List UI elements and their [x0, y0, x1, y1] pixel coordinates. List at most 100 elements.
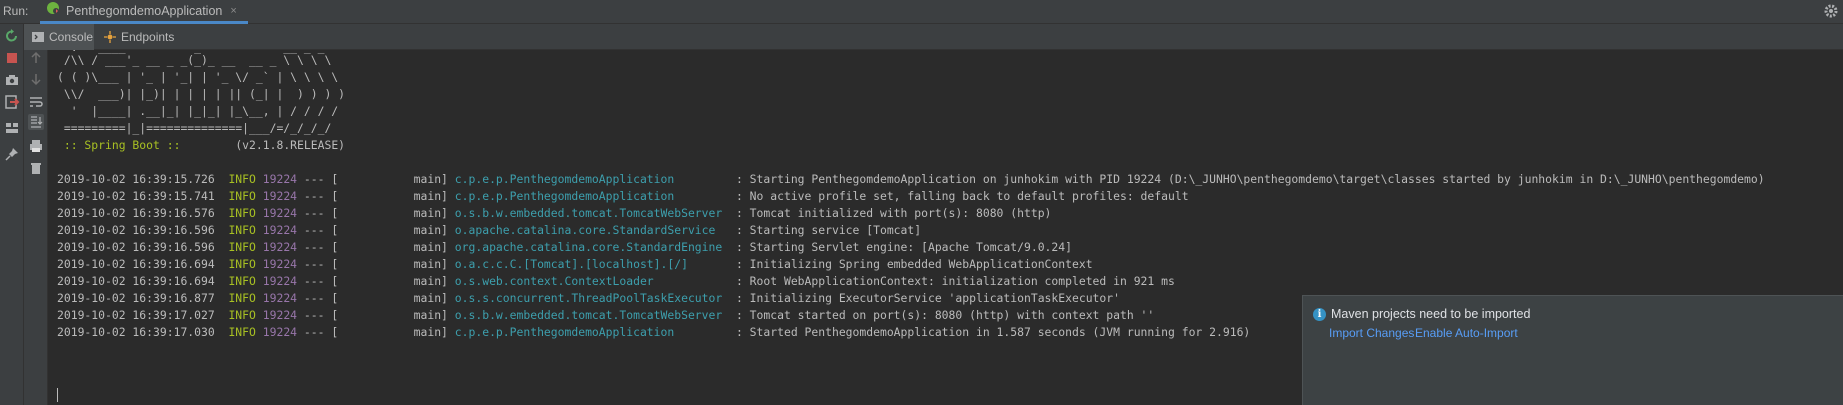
rerun-icon[interactable] [4, 28, 20, 44]
log-pid: 19224 [262, 291, 298, 305]
close-icon[interactable]: × [230, 5, 236, 17]
log-pid: 19224 [262, 172, 298, 186]
log-line: 2019-10-02 16:39:17.030 INFO 19224 --- [… [57, 324, 1250, 340]
log-line: 2019-10-02 16:39:15.726 INFO 19224 --- [… [57, 171, 1765, 187]
log-pid: 19224 [262, 257, 298, 271]
endpoints-icon [104, 31, 116, 43]
log-level: INFO [228, 308, 256, 322]
log-thread: --- [ main] [303, 274, 448, 288]
banner-line: =========|_|==============|___/=/_/_/_/ [57, 121, 332, 135]
log-logger: c.p.e.p.PenthegomdemoApplication [454, 189, 730, 203]
tab-console[interactable]: Console [24, 24, 94, 50]
log-line: 2019-10-02 16:39:17.027 INFO 19224 --- [… [57, 307, 1154, 323]
maven-import-notification: i Maven projects need to be imported Imp… [1302, 295, 1843, 405]
banner-line: /\\ / ___'_ __ _ _(_)_ __ __ _ \ \ \ \ [57, 53, 332, 67]
log-thread: --- [ main] [303, 172, 448, 186]
log-message: : Tomcat started on port(s): 8080 (http)… [735, 308, 1155, 322]
log-line: 2019-10-02 16:39:16.877 INFO 19224 --- [… [57, 290, 1120, 306]
layout-icon[interactable] [4, 120, 20, 136]
log-message: : Starting PenthegomdemoApplication on j… [735, 172, 1765, 186]
enable-auto-import-link[interactable]: Enable Auto-Import [1415, 326, 1518, 340]
log-timestamp: 2019-10-02 16:39:17.030 [57, 325, 215, 339]
import-changes-link[interactable]: Import Changes [1329, 326, 1414, 340]
log-logger: o.a.c.c.C.[Tomcat].[localhost].[/] [454, 257, 730, 271]
log-level: INFO [228, 189, 256, 203]
trash-icon[interactable] [28, 160, 44, 176]
stop-icon[interactable] [4, 50, 20, 66]
log-thread: --- [ main] [303, 325, 448, 339]
log-logger: c.p.e.p.PenthegomdemoApplication [454, 325, 730, 339]
log-level: INFO [228, 257, 256, 271]
gear-icon[interactable] [1823, 3, 1839, 19]
log-level: INFO [228, 274, 256, 288]
log-pid: 19224 [262, 240, 298, 254]
log-pid: 19224 [262, 223, 298, 237]
log-level: INFO [228, 206, 256, 220]
log-level: INFO [228, 172, 256, 186]
log-pid: 19224 [262, 189, 298, 203]
spring-boot-version: (v2.1.8.RELEASE) [180, 138, 346, 152]
log-thread: --- [ main] [303, 223, 448, 237]
log-timestamp: 2019-10-02 16:39:16.694 [57, 274, 215, 288]
run-side-toolbar [0, 24, 24, 405]
scroll-to-end-icon[interactable] [28, 114, 44, 130]
spring-boot-icon [46, 1, 60, 20]
banner-line: ( ( )\___ | '_ | '_| | '_ \/ _` | \ \ \ … [57, 70, 339, 84]
log-line: 2019-10-02 16:39:16.596 INFO 19224 --- [… [57, 222, 921, 238]
log-line: 2019-10-02 16:39:16.576 INFO 19224 --- [… [57, 205, 1051, 221]
tab-console-label: Console [49, 30, 94, 44]
log-timestamp: 2019-10-02 16:39:16.596 [57, 240, 215, 254]
log-thread: --- [ main] [303, 206, 448, 220]
info-icon: i [1313, 308, 1326, 321]
log-thread: --- [ main] [303, 308, 448, 322]
log-logger: o.s.b.w.embedded.tomcat.TomcatWebServer [454, 308, 730, 322]
banner-line: \\/ ___)| |_)| | | | | || (_| | ) ) ) ) [57, 87, 346, 101]
log-message: : Started PenthegomdemoApplication in 1.… [735, 325, 1251, 339]
log-message: : Tomcat initialized with port(s): 8080 … [735, 206, 1052, 220]
log-timestamp: 2019-10-02 16:39:17.027 [57, 308, 215, 322]
camera-icon[interactable] [4, 72, 20, 88]
log-pid: 19224 [262, 325, 298, 339]
spring-boot-version-line: :: Spring Boot :: (v2.1.8.RELEASE) [57, 137, 345, 153]
run-tab-label: PenthegomdemoApplication [66, 3, 223, 18]
log-level: INFO [228, 325, 256, 339]
log-thread: --- [ main] [303, 240, 448, 254]
run-tab-penthegomdemo[interactable]: PenthegomdemoApplication × [40, 0, 248, 24]
log-level: INFO [228, 291, 256, 305]
log-level: INFO [228, 240, 256, 254]
console-icon [32, 31, 44, 43]
log-message: : Starting service [Tomcat] [735, 223, 922, 237]
log-logger: o.s.b.w.embedded.tomcat.TomcatWebServer [454, 206, 730, 220]
notification-title: Maven projects need to be imported [1331, 307, 1531, 321]
log-line: 2019-10-02 16:39:15.741 INFO 19224 --- [… [57, 188, 1189, 204]
spring-boot-tag: :: Spring Boot :: [57, 138, 181, 152]
arrow-down-icon[interactable] [28, 71, 44, 87]
run-label: Run: [3, 4, 29, 18]
log-message: : Root WebApplicationContext: initializa… [735, 274, 1175, 288]
log-timestamp: 2019-10-02 16:39:16.694 [57, 257, 215, 271]
log-logger: o.s.s.concurrent.ThreadPoolTaskExecutor [454, 291, 730, 305]
log-pid: 19224 [262, 308, 298, 322]
tab-endpoints[interactable]: Endpoints [96, 24, 182, 50]
log-level: INFO [228, 223, 256, 237]
pin-icon[interactable] [4, 146, 20, 162]
log-timestamp: 2019-10-02 16:39:16.596 [57, 223, 215, 237]
run-toolbar: Run: PenthegomdemoApplication × [0, 0, 1843, 24]
exit-icon[interactable] [4, 94, 20, 110]
log-timestamp: 2019-10-02 16:39:16.877 [57, 291, 215, 305]
log-logger: c.p.e.p.PenthegomdemoApplication [454, 172, 730, 186]
log-pid: 19224 [262, 274, 298, 288]
console-side-toolbar [24, 50, 48, 405]
log-line: 2019-10-02 16:39:16.596 INFO 19224 --- [… [57, 239, 1072, 255]
log-message: : Initializing ExecutorService 'applicat… [735, 291, 1120, 305]
log-thread: --- [ main] [303, 257, 448, 271]
log-timestamp: 2019-10-02 16:39:15.726 [57, 172, 215, 186]
log-pid: 19224 [262, 206, 298, 220]
log-message: : Starting Servlet engine: [Apache Tomca… [735, 240, 1072, 254]
print-icon[interactable] [28, 138, 44, 154]
tab-endpoints-label: Endpoints [121, 30, 175, 44]
arrow-up-icon[interactable] [28, 50, 44, 66]
soft-wrap-icon[interactable] [28, 94, 44, 110]
log-logger: org.apache.catalina.core.StandardEngine [454, 240, 730, 254]
log-logger: o.s.web.context.ContextLoader [454, 274, 730, 288]
